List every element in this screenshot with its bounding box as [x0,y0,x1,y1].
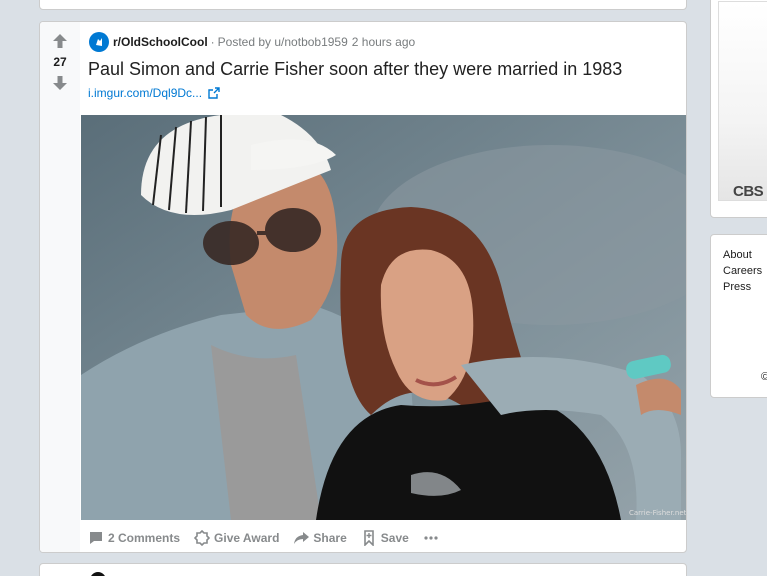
footer-link-about[interactable]: About [723,247,762,263]
avatar [90,572,106,576]
more-options-button[interactable] [423,530,443,546]
downvote-icon[interactable] [52,75,68,91]
upvote-icon[interactable] [52,33,68,49]
save-label: Save [380,531,409,545]
award-label: Give Award [214,531,280,545]
vote-column: 27 [40,22,80,552]
post-card[interactable]: 27 r/OldSchoolCool · Posted by u/notbob1… [39,21,687,553]
post-author[interactable]: Posted by u/notbob1959 [218,35,348,49]
comments-button[interactable]: 2 Comments [88,530,180,546]
post-meta: r/OldSchoolCool · Posted by u/notbob1959… [89,32,415,52]
previous-post-card [39,0,687,10]
footer-link-press[interactable]: Press [723,279,762,295]
share-label: Share [313,531,347,545]
comment-icon [90,532,102,544]
give-award-button[interactable]: Give Award [194,530,279,546]
award-icon [194,530,211,546]
save-icon [363,530,374,546]
footer-links: About Careers Press [723,247,762,295]
post-link[interactable]: i.imgur.com/Dql9Dc... [88,86,220,100]
meta-separator: · [210,35,215,49]
post-actions: 2 Comments Give Award Share Save [88,527,457,549]
subreddit-icon[interactable] [89,32,109,52]
next-post-card[interactable] [39,563,687,576]
external-link-icon[interactable] [208,87,220,99]
share-icon [294,532,310,544]
more-icon [424,536,438,540]
comments-label: 2 Comments [108,531,181,545]
copyright: © [761,371,767,383]
ad-brand: CBS [733,183,764,200]
sidebar-footer-card: About Careers Press © [710,234,767,398]
save-button[interactable]: Save [361,530,409,546]
footer-link-careers[interactable]: Careers [723,263,762,279]
post-image[interactable]: Carrie-Fisher.net [81,115,687,520]
post-score: 27 [53,55,67,69]
image-watermark: Carrie-Fisher.net [629,509,687,517]
post-title[interactable]: Paul Simon and Carrie Fisher soon after … [88,59,622,80]
sidebar-ad-card: CBS [710,0,767,218]
post-link-text[interactable]: i.imgur.com/Dql9Dc... [88,86,202,100]
ad-image[interactable]: CBS [718,1,767,201]
post-time[interactable]: 2 hours ago [352,35,415,49]
subreddit-link[interactable]: r/OldSchoolCool [113,35,208,49]
share-button[interactable]: Share [293,530,347,546]
